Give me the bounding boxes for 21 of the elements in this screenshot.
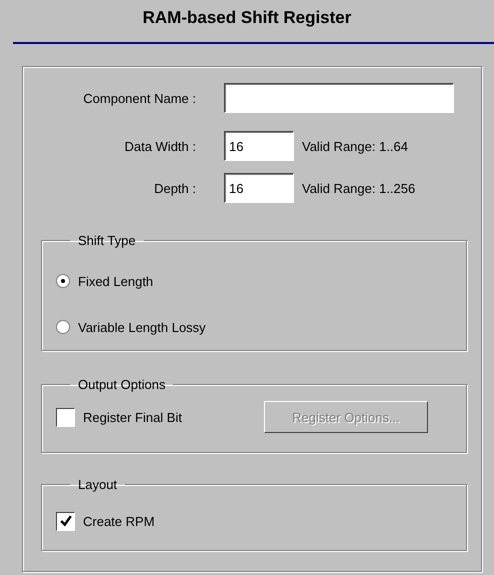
input-field[interactable]: 16 bbox=[224, 131, 294, 161]
group-title: Shift Type bbox=[77, 233, 137, 248]
input-field[interactable] bbox=[224, 83, 454, 113]
radio-button[interactable] bbox=[56, 320, 70, 334]
field-label: Data Width : bbox=[123, 138, 196, 154]
range-hint: Valid Range: 1..256 bbox=[302, 180, 416, 196]
group-title: Output Options bbox=[77, 377, 166, 392]
checkbox[interactable] bbox=[56, 408, 75, 426]
input-field[interactable]: 16 bbox=[224, 173, 294, 203]
option-label[interactable]: Variable Length Lossy bbox=[78, 320, 206, 334]
field-label: Depth : bbox=[153, 180, 196, 196]
option-label[interactable]: Fixed Length bbox=[78, 274, 154, 288]
checkbox-label[interactable]: Create RPM bbox=[83, 514, 155, 528]
checkbox[interactable] bbox=[56, 512, 75, 530]
field-label: Component Name : bbox=[82, 90, 196, 106]
range-hint: Valid Range: 1..64 bbox=[302, 138, 408, 154]
checkbox-label[interactable]: Register Final Bit bbox=[83, 410, 182, 424]
dialog-title: RAM-based Shift Register bbox=[142, 7, 352, 29]
group-title: Layout bbox=[77, 477, 118, 492]
radio-button[interactable] bbox=[56, 274, 70, 288]
check-icon bbox=[60, 515, 72, 527]
